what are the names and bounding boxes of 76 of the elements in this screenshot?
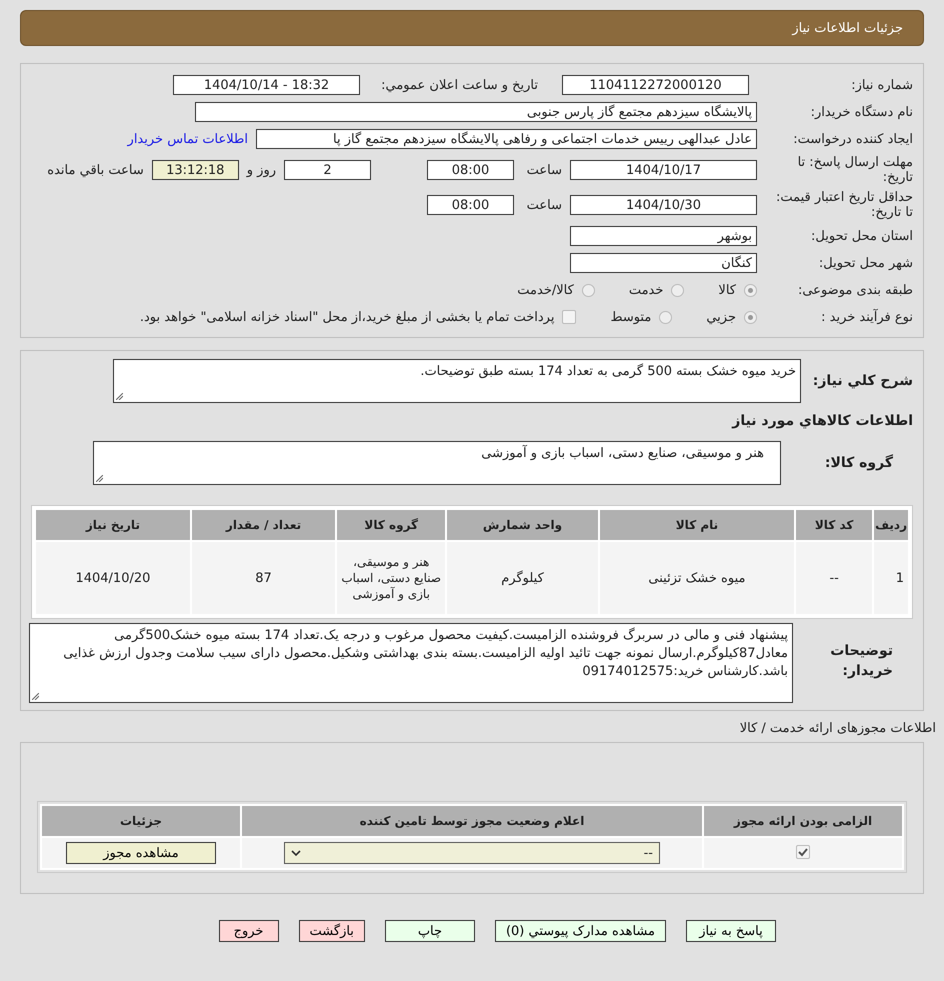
field-label: شماره نیاز: <box>850 78 913 92</box>
action-button[interactable]: خروج <box>218 920 279 942</box>
page-title: جزئیات اطلاعات نیاز <box>20 10 924 46</box>
field-label: مهلت ارسال پاسخ: تا تاریخ: <box>796 155 913 185</box>
field-label: توضیحات خریدار: <box>829 642 893 681</box>
action-button[interactable]: پاسخ به نیاز <box>686 920 776 942</box>
radio-label: متوسط <box>610 310 652 324</box>
column-header: ردیف <box>873 509 909 541</box>
column-header: اعلام وضعیت مجوز توسط تامین کننده <box>241 805 703 837</box>
section-title: اطلاعات مجوزهای ارائه خدمت / کالا <box>738 721 936 736</box>
chevron-down-icon <box>291 850 301 856</box>
section-title: اطلاعات کالاهاي مورد نیاز <box>730 413 913 429</box>
table-cell: 1404/10/20 <box>35 541 191 615</box>
days-field: 2 <box>284 160 371 180</box>
remaining-time-field: 13:12:18 <box>152 160 239 180</box>
field-label: استان محل تحویل: <box>810 228 913 244</box>
column-header: جزئیات <box>41 805 241 837</box>
need-number-field: 1104112272000120 <box>562 75 749 95</box>
view-license-button[interactable]: مشاهده مجوز <box>66 842 216 864</box>
table-cell: میوه خشک تزئینی <box>598 541 796 615</box>
field-label: گروه کالا: <box>824 456 894 470</box>
radio-label: کالا/خدمت <box>517 282 574 298</box>
buyer-field: پالایشگاه سیزدهم مجتمع گاز پارس جنوبی <box>195 102 757 122</box>
radio-button[interactable] <box>671 284 684 296</box>
validity-time-field: 08:00 <box>427 195 514 215</box>
field-label: ساعت باقي مانده <box>47 162 144 178</box>
radio-label: کالا <box>718 282 736 298</box>
field-label: شهر محل تحویل: <box>818 256 913 270</box>
checkbox-label: پرداخت تمام یا بخشی از مبلغ خرید،از محل "اسناد خزانه اسلامی" خواهد بود. <box>140 310 554 324</box>
requester-field: عادل عبدالهی رییس خدمات اجتماعی و رفاهی پالایشگاه سیزدهم مجتمع گاز پا <box>256 129 757 149</box>
field-label: تاریخ و ساعت اعلان عمومي: <box>380 78 538 92</box>
checkbox[interactable] <box>562 310 576 324</box>
action-button[interactable]: بازگشت <box>298 920 365 942</box>
resize-grip-icon <box>32 693 39 700</box>
status-dropdown[interactable]: -- <box>284 842 660 864</box>
column-header: تاریخ نیاز <box>35 509 191 541</box>
buyer-notes-field: پیشنهاد فنی و مالی در سربرگ فروشنده الزامیست.کیفیت محصول مرغوب و درجه یک.تعداد 174 بسته میوه خشک500گرمی معادل87کیلوگرم.ارسال نمونه جهت تائید اولیه الزامیست.بسته بندی بهداشتی وشکیل.محصول دارای سیب سلامت وجدول ارزش غذایی باشد.کارشناس خرید:09174012575 <box>29 623 793 703</box>
column-header: واحد شمارش <box>446 509 599 541</box>
announce-date-field: 1404/10/14 - 18:32 <box>173 75 360 95</box>
table-cell: 1 <box>873 541 909 615</box>
city-field: کنگان <box>570 253 757 273</box>
column-header: نام کالا <box>598 509 796 541</box>
resize-grip-icon <box>116 393 123 400</box>
table-cell: -- <box>795 541 874 615</box>
radio-label: جزيي <box>706 310 736 324</box>
table-cell: 87 <box>190 541 336 615</box>
field-label: حداقل تاریخ اعتبار قیمت: تا تاریخ: <box>774 190 913 220</box>
goods-group-field: هنر و موسیقی، صنایع دستی، اسباب بازی و آموزشی <box>93 441 781 485</box>
table-cell: کیلوگرم <box>446 541 599 615</box>
summary-field: خرید میوه خشک بسته 500 گرمی به تعداد 174 بسته طبق توضیحات. <box>113 359 801 403</box>
column-header: تعداد / مقدار <box>190 509 336 541</box>
field-label: نوع فرآیند خرید : <box>820 310 913 324</box>
table-cell: هنر و موسیقی، صنایع دستی، اسباب بازی و آموزشی <box>336 541 446 615</box>
radio-button[interactable] <box>744 284 757 296</box>
radio-button[interactable] <box>744 310 757 324</box>
column-header: کد کالا <box>795 509 874 541</box>
field-label: روز و <box>246 162 276 178</box>
radio-button[interactable] <box>659 310 672 324</box>
field-label: ساعت <box>526 162 562 178</box>
field-label: ساعت <box>526 198 562 212</box>
field-label: طبقه بندی موضوعی: <box>796 282 913 298</box>
deadline-date-field: 1404/10/17 <box>570 160 757 180</box>
province-field: بوشهر <box>570 226 757 246</box>
contact-link[interactable]: اطلاعات تماس خريدار <box>128 132 248 146</box>
field-label: ایجاد کننده درخواست: <box>792 132 913 146</box>
action-button[interactable]: مشاهده مدارک پیوستي (0) <box>494 920 666 942</box>
field-label: شرح کلي نیاز: <box>812 374 913 388</box>
radio-button[interactable] <box>582 284 595 296</box>
field-label: نام دستگاه خریدار: <box>810 104 913 120</box>
deadline-time-field: 08:00 <box>427 160 514 180</box>
column-header: گروه کالا <box>336 509 446 541</box>
resize-grip-icon <box>96 475 103 482</box>
radio-label: خدمت <box>628 282 664 298</box>
action-button[interactable]: چاپ <box>384 920 475 942</box>
column-header: الزامی بودن ارائه مجوز <box>703 805 903 837</box>
validity-date-field: 1404/10/30 <box>570 195 757 215</box>
